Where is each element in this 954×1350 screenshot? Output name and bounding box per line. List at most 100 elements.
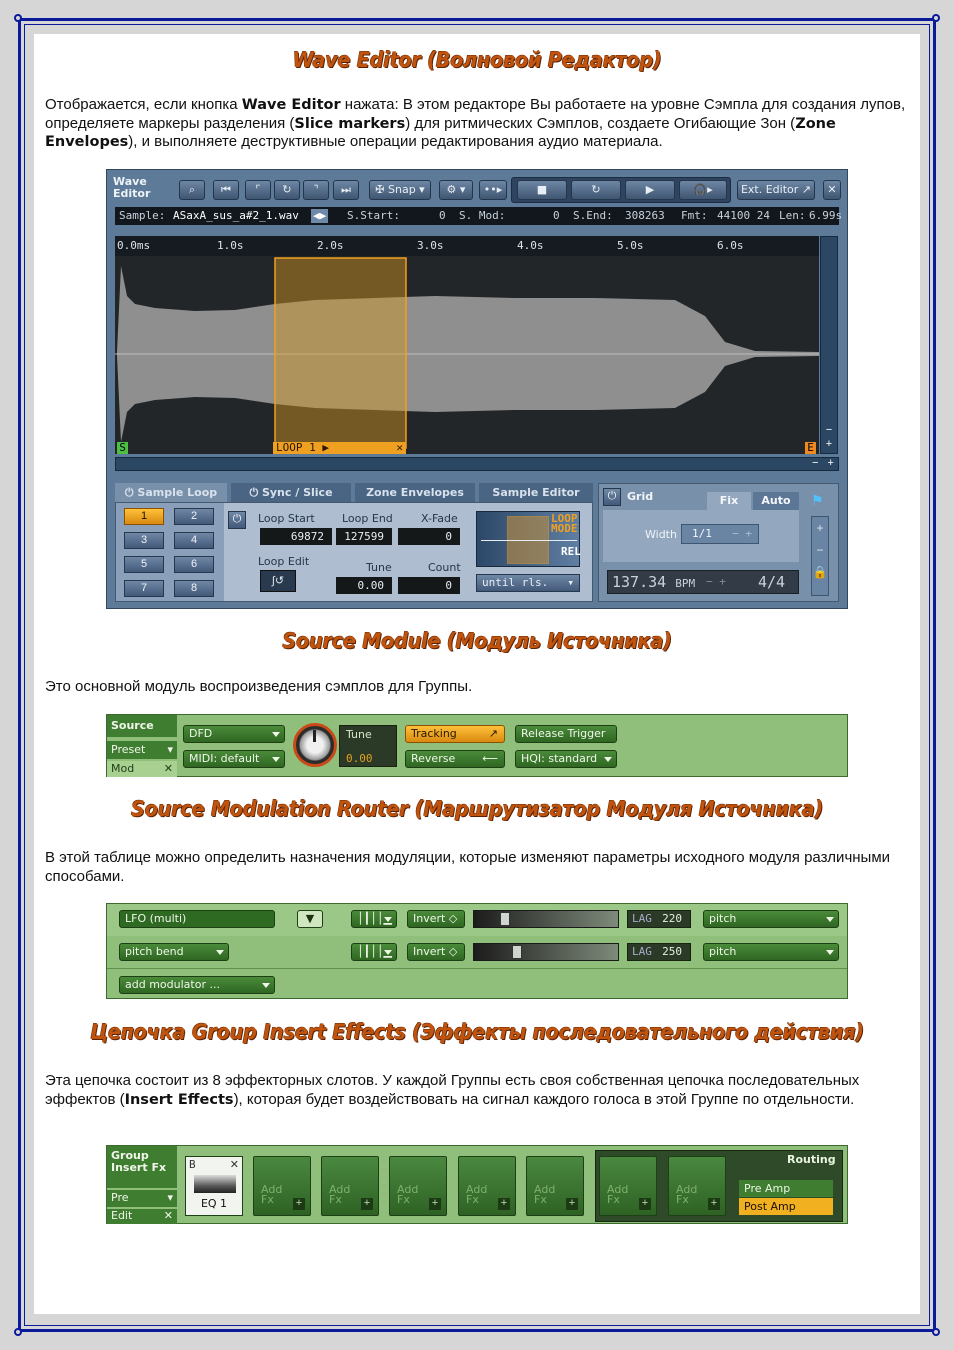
source-mod-button[interactable]: Mod ✕ — [107, 761, 177, 777]
lag-field[interactable]: LAG 250 — [627, 943, 691, 961]
heading-wave-editor: Wave Editor (Волновой Редактор) — [292, 48, 662, 72]
settings-gear-icon[interactable]: ⚙ ▾ — [439, 180, 473, 200]
tune-display[interactable]: Tune 0.00 — [339, 725, 397, 767]
tune-knob[interactable] — [293, 723, 337, 767]
add-fx-plus-icon[interactable]: + — [566, 1198, 578, 1210]
loop-slot-button[interactable]: 3 — [124, 532, 164, 549]
loop-power-icon[interactable]: ⏻ — [228, 511, 246, 529]
more-options-icon[interactable]: ••▸ — [479, 180, 507, 200]
horizontal-scrollbar[interactable]: − + — [115, 457, 839, 471]
tab-sample-loop[interactable]: ⏻ Sample Loop — [115, 483, 227, 502]
skip-start-icon[interactable]: ⏮ — [213, 180, 239, 200]
zoom-icon[interactable]: ⌕ — [179, 180, 205, 200]
source-preset-button[interactable]: Preset ▾ — [107, 741, 177, 759]
lag-field[interactable]: LAG 220 — [627, 910, 691, 928]
loop-end-value[interactable]: 127599 — [336, 528, 392, 545]
loop-slot-button[interactable]: 4 — [174, 532, 214, 549]
auto-tab[interactable]: Auto — [753, 492, 799, 510]
reverse-button[interactable]: Reverse ⟵ — [405, 750, 505, 768]
add-fx-plus-icon[interactable]: + — [639, 1198, 651, 1210]
fx-slot-empty[interactable]: Add Fx + — [599, 1156, 657, 1216]
loop-edit-icon[interactable]: ∫↺ — [260, 570, 296, 592]
grid-power-icon[interactable]: ⏻ — [603, 488, 621, 506]
fx-preset-button[interactable]: Pre ▾ — [107, 1190, 177, 1207]
loop-end-icon[interactable]: ⌝ — [303, 180, 329, 200]
fx-slot-empty[interactable]: Add Fx + — [526, 1156, 584, 1216]
tune-value: 0.00 — [346, 752, 373, 765]
headphones-icon[interactable]: 🎧▸ — [679, 180, 727, 200]
end-marker[interactable]: E — [805, 442, 816, 454]
tab-zone-envelopes[interactable]: Zone Envelopes — [355, 483, 475, 502]
close-icon[interactable]: ✕ — [230, 1158, 239, 1171]
vertical-zoom-icon[interactable]: − + — [823, 423, 835, 451]
tracking-button[interactable]: Tracking ↗ — [405, 725, 505, 743]
collapse-icon[interactable]: ▼ — [297, 910, 323, 928]
loop-slot-button[interactable]: 7 — [124, 580, 164, 597]
mod-shape-select[interactable]: │┃││▁ — [351, 910, 397, 928]
loop-start-value[interactable]: 69872 — [260, 528, 332, 545]
hqi-select[interactable]: HQI: standard — [515, 750, 617, 768]
loop-start-icon[interactable]: ⌜ — [245, 180, 271, 200]
fx-slot-empty[interactable]: Add Fx + — [458, 1156, 516, 1216]
skip-end-icon[interactable]: ⏭ — [333, 180, 359, 200]
midi-select[interactable]: MIDI: default — [183, 750, 285, 768]
vertical-scrollbar[interactable]: − + — [820, 236, 838, 454]
fx-slot-empty[interactable]: Add Fx + — [668, 1156, 726, 1216]
fx-slot-empty[interactable]: Add Fx + — [253, 1156, 311, 1216]
mod-target-select[interactable]: pitch — [703, 910, 839, 928]
xfade-value[interactable]: 0 — [398, 528, 460, 545]
add-fx-plus-icon[interactable]: + — [429, 1198, 441, 1210]
close-icon[interactable]: ✕ — [823, 180, 841, 200]
loop-slot-button[interactable]: 1 — [124, 508, 164, 525]
mod-source-select[interactable]: pitch bend — [119, 943, 229, 961]
loop-slot-button[interactable]: 8 — [174, 580, 214, 597]
release-trigger-button[interactable]: Release Trigger — [515, 725, 617, 743]
count-value[interactable]: 0 — [398, 577, 460, 594]
start-marker[interactable]: S — [117, 442, 128, 454]
add-fx-plus-icon[interactable]: + — [708, 1198, 720, 1210]
fx-slot-empty[interactable]: Add Fx + — [321, 1156, 379, 1216]
loop-mode-select[interactable]: until rls. ▾ — [476, 574, 580, 592]
sample-nav-arrows-icon[interactable]: ◀▶ — [311, 209, 329, 223]
mod-target-select[interactable]: pitch — [703, 943, 839, 961]
loop-slot-button[interactable]: 6 — [174, 556, 214, 573]
bpm-display[interactable]: 137.34 BPM − +4/4 — [607, 570, 799, 594]
tab-sample-editor[interactable]: Sample Editor — [479, 483, 593, 502]
tab-sync-slice[interactable]: ⏻ Sync / Slice — [231, 483, 351, 502]
mod-amount-slider[interactable] — [473, 910, 619, 928]
marker-flag-icon[interactable]: ⚑ — [811, 492, 829, 510]
slider-handle[interactable] — [500, 912, 510, 926]
loop-play-icon[interactable]: ↻ — [571, 180, 621, 200]
post-amp-option[interactable]: Post Amp — [739, 1198, 833, 1215]
add-fx-plus-icon[interactable]: + — [498, 1198, 510, 1210]
tune-value[interactable]: 0.00 — [336, 577, 392, 594]
invert-button[interactable]: Invert ◇ — [407, 910, 465, 928]
ext-editor-button[interactable]: Ext. Editor ↗ — [737, 180, 815, 200]
mod-shape-select[interactable]: │┃││▁ — [351, 943, 397, 961]
add-fx-plus-icon[interactable]: + — [361, 1198, 373, 1210]
pre-amp-option[interactable]: Pre Amp — [739, 1180, 833, 1197]
fx-edit-button[interactable]: Edit ✕ — [107, 1209, 177, 1224]
mod-source-field[interactable]: LFO (multi) — [119, 910, 275, 928]
add-fx-plus-icon[interactable]: + — [293, 1198, 305, 1210]
loop-slot-button[interactable]: 5 — [124, 556, 164, 573]
play-icon[interactable]: ▶ — [625, 180, 675, 200]
horizontal-zoom-icon[interactable]: − + — [812, 457, 834, 469]
grid-width-value[interactable]: 1/1− + — [681, 524, 759, 544]
loop-marker-bar[interactable]: LOOP 1 ▶ ✕ — [273, 442, 406, 454]
fx-slot-empty[interactable]: Add Fx + — [389, 1156, 447, 1216]
waveform-display[interactable]: LOOP 1 ▶ ✕ S E — [115, 256, 819, 454]
snap-button[interactable]: ✠ Snap ▾ — [369, 180, 431, 200]
loop-mode-display[interactable]: LOOP MODE REL — [476, 511, 581, 567]
fix-tab[interactable]: Fix — [707, 492, 751, 510]
mod-amount-slider[interactable] — [473, 943, 619, 961]
loop-icon[interactable]: ↻ — [274, 180, 300, 200]
stop-icon[interactable]: ■ — [517, 180, 567, 200]
invert-button[interactable]: Invert ◇ — [407, 943, 465, 961]
loop-slot-button[interactable]: 2 — [174, 508, 214, 525]
grid-side-tools[interactable]: + − 🔒 — [811, 516, 829, 596]
fx-slot-eq[interactable]: B ✕ EQ 1 — [185, 1156, 243, 1216]
add-modulator-select[interactable]: add modulator ... — [119, 976, 275, 994]
slider-handle[interactable] — [512, 945, 522, 959]
source-mode-select[interactable]: DFD — [183, 725, 285, 743]
